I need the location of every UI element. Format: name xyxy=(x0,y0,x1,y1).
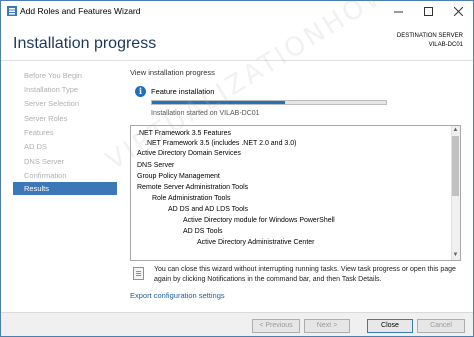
notes-icon xyxy=(133,267,144,280)
step-results[interactable]: Results xyxy=(13,182,117,195)
next-button[interactable]: Next > xyxy=(304,319,350,333)
previous-button[interactable]: < Previous xyxy=(252,319,300,333)
cancel-button[interactable]: Cancel xyxy=(417,319,465,333)
progress-bar-fill xyxy=(152,101,286,104)
result-item: Group Policy Management xyxy=(137,173,220,180)
wizard-header: Installation progress DESTINATION SERVER… xyxy=(1,21,473,61)
wizard-steps-sidebar: Before You Begin Installation Type Serve… xyxy=(1,62,123,312)
step-features[interactable]: Features xyxy=(13,126,117,139)
wizard-window: Add Roles and Features Wizard Installati… xyxy=(0,0,474,337)
window-title: Add Roles and Features Wizard xyxy=(20,6,141,16)
minimize-button[interactable] xyxy=(383,1,413,21)
results-list[interactable]: .NET Framework 3.5 Features .NET Framewo… xyxy=(130,125,461,261)
step-installation-type[interactable]: Installation Type xyxy=(13,83,117,96)
export-configuration-link[interactable]: Export configuration settings xyxy=(130,291,225,300)
title-bar: Add Roles and Features Wizard xyxy=(1,1,473,21)
view-progress-label: View installation progress xyxy=(130,68,215,77)
close-wizard-note: You can close this wizard without interr… xyxy=(154,266,456,283)
main-content: View installation progress i Feature ins… xyxy=(123,62,473,312)
info-icon: i xyxy=(135,86,146,97)
server-manager-icon xyxy=(7,6,17,16)
step-before-you-begin[interactable]: Before You Begin xyxy=(13,69,117,82)
result-item: Active Directory Domain Services xyxy=(137,150,241,157)
installation-progress-bar xyxy=(151,100,387,105)
destination-server-name: VILAB-DC01 xyxy=(428,42,463,48)
result-item: DNS Server xyxy=(137,162,175,169)
maximize-button[interactable] xyxy=(413,1,443,21)
feature-installation-label: Feature installation xyxy=(151,87,215,96)
page-title: Installation progress xyxy=(13,35,157,52)
destination-server-label: DESTINATION SERVER xyxy=(396,33,463,39)
close-window-button[interactable] xyxy=(443,1,473,21)
step-confirmation[interactable]: Confirmation xyxy=(13,169,117,182)
result-item: .NET Framework 3.5 Features xyxy=(137,130,232,137)
step-server-roles[interactable]: Server Roles xyxy=(13,112,117,125)
result-item: Active Directory module for Windows Powe… xyxy=(183,217,335,224)
scrollbar-thumb[interactable] xyxy=(452,136,459,196)
wizard-footer: < Previous Next > Close Cancel xyxy=(1,312,473,336)
step-dns-server[interactable]: DNS Server xyxy=(13,155,117,168)
result-item: Active Directory Administrative Center xyxy=(197,239,315,246)
results-scrollbar[interactable]: ▲ ▼ xyxy=(451,126,460,260)
result-item: AD DS Tools xyxy=(183,228,223,235)
scroll-up-arrow-icon[interactable]: ▲ xyxy=(451,126,460,135)
result-item: Role Administration Tools xyxy=(152,195,231,202)
result-item: AD DS and AD LDS Tools xyxy=(168,206,249,213)
step-server-selection[interactable]: Server Selection xyxy=(13,97,117,110)
step-ad-ds[interactable]: AD DS xyxy=(13,140,117,153)
installation-started-text: Installation started on VILAB-DC01 xyxy=(151,110,260,117)
close-button[interactable]: Close xyxy=(367,319,413,333)
scroll-down-arrow-icon[interactable]: ▼ xyxy=(451,251,460,260)
result-item: Remote Server Administration Tools xyxy=(137,184,249,191)
result-item: .NET Framework 3.5 (includes .NET 2.0 an… xyxy=(145,140,297,147)
